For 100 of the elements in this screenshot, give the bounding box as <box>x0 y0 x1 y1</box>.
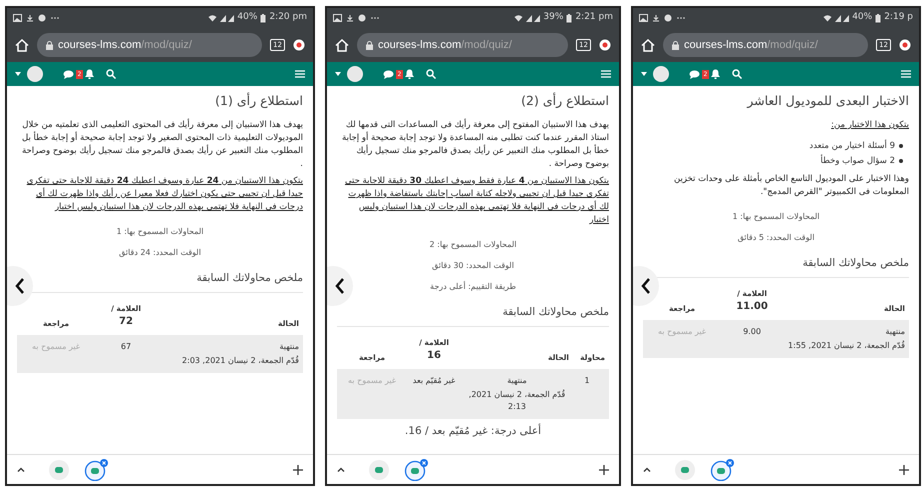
lock-icon <box>46 40 53 50</box>
url-text: courses-lms.com/mod/quiz/ <box>58 38 192 53</box>
battery-icon <box>875 14 882 22</box>
signal-icon <box>220 14 234 22</box>
record-icon[interactable] <box>899 39 911 51</box>
page-title: الاختبار البعدى للموديول العاشر <box>746 92 909 110</box>
table-cell: منتهية <box>885 326 905 338</box>
url-text: courses-lms.com/mod/quiz/ <box>684 38 818 53</box>
table-cell: 67 <box>120 340 132 353</box>
table-cell: منتهية <box>279 340 299 353</box>
search-icon[interactable] <box>106 69 116 79</box>
wifi-icon <box>823 14 832 22</box>
best-grade-text: أعلى درجة: غير مُقيّم بعد / 16. <box>404 424 542 439</box>
table-cell: غير مسموح به <box>32 340 80 353</box>
url-text: courses-lms.com/mod/quiz/ <box>378 38 512 53</box>
site-tab-icon[interactable] <box>49 460 69 480</box>
bullet-icon <box>899 158 903 163</box>
table-cell: قُدّم الجمعة، 2 نيسان 2021, 1:55 <box>788 340 905 352</box>
section-heading: ملخص محاولاتك السابقة <box>337 304 609 326</box>
page-title: استطلاع رأى (1) <box>214 92 303 110</box>
address-field[interactable]: courses-lms.com/mod/quiz/ <box>663 33 868 57</box>
clock-time: 2:19 p <box>884 11 913 24</box>
max-grade: 16 <box>427 348 441 363</box>
chevron-left-icon <box>335 278 345 294</box>
quiz-info: الوقت المحدد: 5 دقائق <box>738 232 814 244</box>
active-site-tab-icon[interactable] <box>709 458 735 480</box>
menu-icon[interactable] <box>601 70 611 78</box>
table-cell: غير مسموح به <box>658 326 706 338</box>
bullet-icon <box>899 144 903 148</box>
intro-paragraph: وهذا الاختبار على الموديول التاسع الخاص بأمثلة على وحدات تخزين المعلومات فى الكمبيوتر "القرص المدمج". <box>673 173 909 200</box>
chevron-up-icon[interactable] <box>337 467 345 472</box>
battery-percent: 39% <box>543 11 564 24</box>
search-icon[interactable] <box>426 69 436 79</box>
max-grade: 72 <box>119 314 133 329</box>
clock-time: 2:20 pm <box>269 11 307 24</box>
quiz-info: المحاولات المسموح بها: 1 <box>116 226 204 238</box>
address-field[interactable]: courses-lms.com/mod/quiz/ <box>357 33 568 57</box>
bullet-item: 2 سؤال صواب وخطأ <box>820 154 895 168</box>
quiz-info: المحاولات المسموح بها: 2 <box>430 238 516 251</box>
table-cell: 1 <box>584 374 590 387</box>
chat-icon[interactable] <box>383 70 394 78</box>
active-site-tab-icon[interactable] <box>403 458 429 480</box>
search-icon[interactable] <box>732 69 742 79</box>
wifi-icon <box>208 14 218 22</box>
home-icon[interactable] <box>15 38 29 52</box>
lock-icon <box>366 40 373 50</box>
plus-icon[interactable] <box>293 464 303 474</box>
table-cell-text: قُدّم الجمعة، 2 نيسان 2021, 2:13 <box>468 388 566 413</box>
table-cell: منتهية <box>507 374 527 387</box>
home-icon[interactable] <box>641 38 655 52</box>
address-field[interactable]: courses-lms.com/mod/quiz/ <box>37 33 262 57</box>
table-cell: غير مُقيّم بعد <box>412 374 456 387</box>
download-icon <box>652 14 660 22</box>
download-icon <box>26 14 34 22</box>
quiz-info: الوقت المحدد: 24 دقائق <box>119 246 201 259</box>
record-icon[interactable] <box>293 39 305 51</box>
menu-icon[interactable] <box>901 70 911 78</box>
max-grade: 11.00 <box>736 300 768 314</box>
intro-paragraph: يهدف هذا الاستبيان إلى معرفة رأيك فى المحتوى التعليمى الذى تعلمتيه من خلال الموديولات التعليمية ذات المحتوى الصغير ولا توجد إجابة صحيحة أو إجابة خطأ بل المطلوب منك التعبير عن رأيك بصدق فالمرجو منك تسجيل رأيك بوضوح وصراحة . <box>20 118 303 171</box>
avatar[interactable] <box>27 66 43 82</box>
clock-time: 2:21 pm <box>575 11 613 24</box>
plus-icon[interactable] <box>599 464 609 474</box>
caret-icon[interactable] <box>15 72 21 76</box>
record-icon[interactable] <box>599 39 611 51</box>
picture-icon <box>13 14 22 22</box>
download-icon <box>346 14 354 22</box>
wifi-icon <box>514 14 524 22</box>
lock-icon <box>672 40 679 50</box>
plus-icon[interactable] <box>899 464 909 474</box>
signal-icon <box>835 14 850 22</box>
menu-icon[interactable] <box>295 70 305 78</box>
chat-icon[interactable] <box>63 70 74 78</box>
battery-percent: 40% <box>852 11 872 24</box>
home-icon[interactable] <box>335 38 349 52</box>
active-site-tab-icon[interactable] <box>83 458 109 480</box>
chat-icon[interactable] <box>689 70 700 78</box>
quiz-info: طريقة التقييم: أعلى درجة <box>430 280 516 293</box>
table-cell: قُدّم الجمعة، 2 نيسان 2021, 2:03 <box>182 354 299 367</box>
intro-instructions: يتكون هذا الاختبار من: <box>830 118 909 132</box>
avatar[interactable] <box>653 66 669 82</box>
battery-percent: 40% <box>237 11 258 24</box>
bullet-item: 9 أسئلة اختيار من متعدد <box>809 140 895 152</box>
bell-icon[interactable] <box>404 69 414 79</box>
bell-icon[interactable] <box>710 69 720 79</box>
quiz-info: المحاولات المسموح بها: 1 <box>732 211 820 224</box>
chevron-left-icon <box>15 278 25 294</box>
battery-icon <box>260 14 266 22</box>
signal-icon <box>526 14 540 22</box>
picture-icon <box>333 14 342 22</box>
bell-icon[interactable] <box>84 69 94 79</box>
chevron-left-icon <box>641 278 651 294</box>
chevron-up-icon[interactable] <box>17 467 25 472</box>
table-cell: غير مسموح به <box>348 374 396 387</box>
chevron-up-icon[interactable] <box>643 467 651 472</box>
avatar[interactable] <box>347 66 363 82</box>
site-tab-icon[interactable] <box>369 460 389 480</box>
site-tab-icon[interactable] <box>675 460 695 480</box>
caret-icon[interactable] <box>641 72 647 76</box>
battery-icon <box>566 14 572 22</box>
caret-icon[interactable] <box>335 72 341 76</box>
